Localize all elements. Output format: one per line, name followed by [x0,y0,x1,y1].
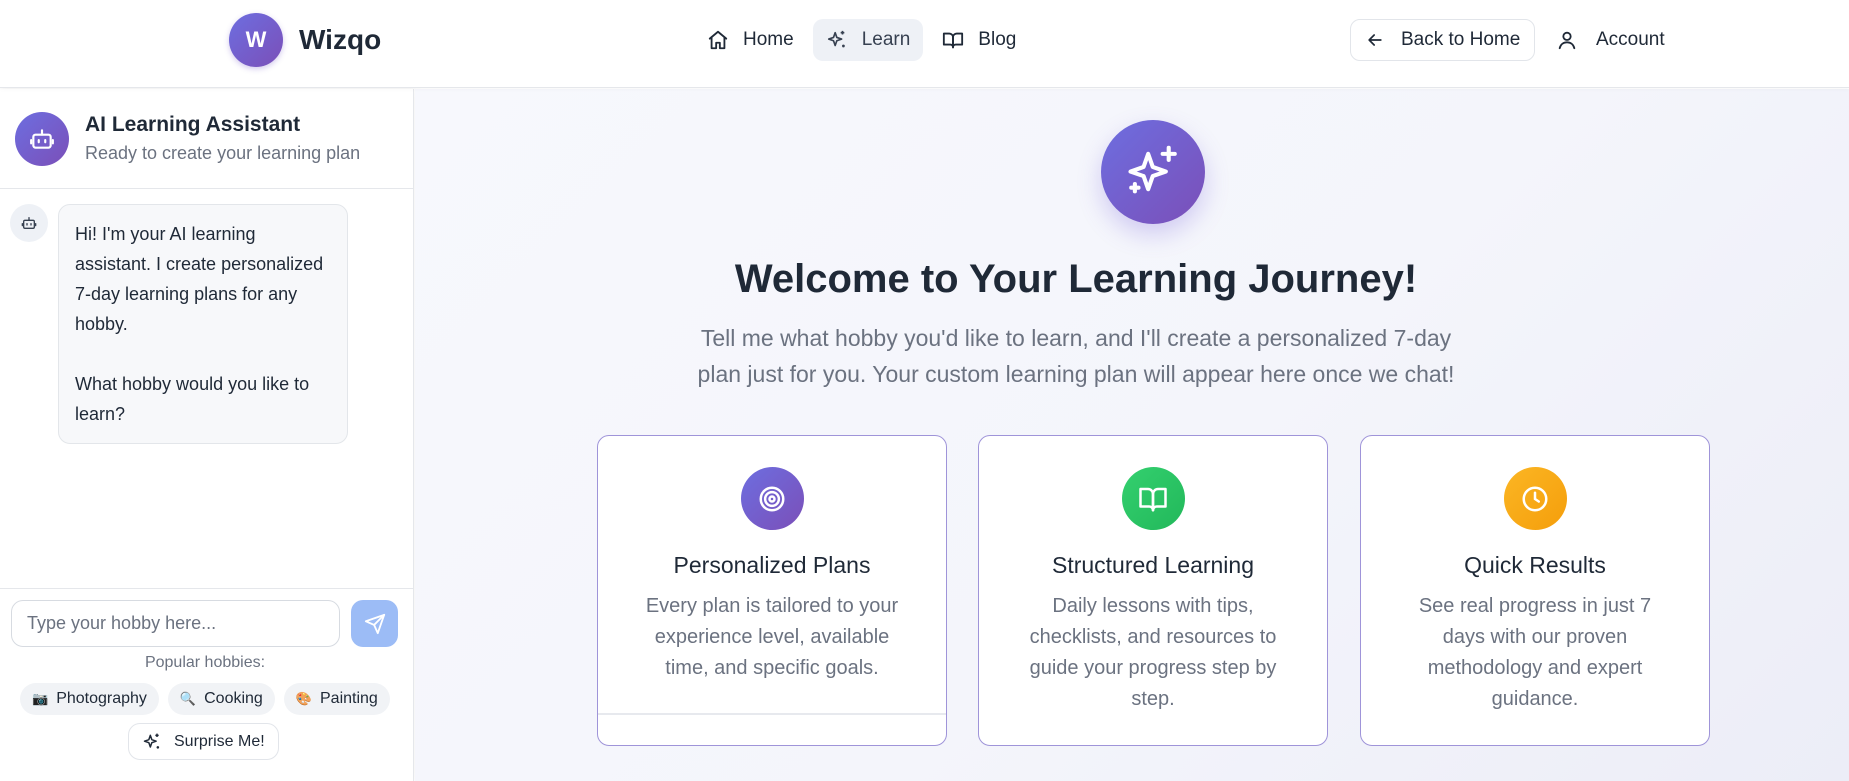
assistant-header: AI Learning Assistant Ready to create yo… [0,89,413,189]
send-button[interactable] [351,600,398,647]
open-book-icon [1139,487,1167,511]
card-title: Personalized Plans [673,552,871,578]
magnifier-icon: 🔍 [179,691,197,706]
feature-card-personalized: Personalized Plans Every plan is tailore… [597,435,947,746]
chip-label: Painting [320,690,378,707]
surprise-me-label: Surprise Me! [174,732,265,750]
robot-icon [30,128,54,149]
top-navbar: W Wizqo Home Learn Blog Back to Home Acc… [0,0,1849,88]
card-title: Structured Learning [1051,552,1254,578]
clock-icon [1522,486,1548,511]
chip-label: Photography [56,690,147,707]
account-button[interactable]: Account [1556,19,1665,61]
assistant-message: Hi! I'm your AI learning assistant. I cr… [10,204,348,444]
nav-learn-label: Learn [861,29,911,50]
popular-hobbies-label: Popular hobbies: [144,654,266,671]
chip-photography[interactable]: 📷 Photography [20,683,159,715]
camera-icon: 📷 [32,691,49,706]
book-icon [943,32,964,49]
card-icon-badge [1121,467,1185,530]
card-description: Every plan is tailored to your experienc… [645,595,899,679]
sparkles-icon [143,733,160,749]
card-description: See real progress in just 7 days with ou… [1418,595,1652,710]
page-subtitle: Tell me what hobby you'd like to learn, … [697,325,1455,387]
feature-card-structured: Structured Learning Daily lessons with t… [978,435,1328,746]
chat-input-area: Popular hobbies: 📷 Photography 🔍 Cooking… [0,588,414,760]
assistant-info: AI Learning Assistant Ready to create yo… [85,113,360,164]
message-avatar [10,204,48,242]
card-description: Daily lessons with tips, checklists, and… [1029,595,1277,710]
assistant-avatar [15,111,69,166]
card-icon-badge [1503,467,1567,530]
palette-icon: 🎨 [295,691,312,706]
sparkles-icon [1128,145,1177,194]
back-to-home-button[interactable]: Back to Home [1350,19,1536,61]
user-icon [1558,31,1576,50]
arrow-left-icon [1368,34,1382,46]
robot-icon [21,217,37,229]
surprise-me-button[interactable]: Surprise Me! [128,723,279,760]
card-title: Quick Results [1464,552,1606,578]
send-icon [364,613,385,634]
nav-blog[interactable]: Blog [929,19,1029,61]
home-icon [708,30,728,50]
page-title: Welcome to Your Learning Journey! [734,257,1418,301]
hobby-chips: 📷 Photography 🔍 Cooking 🎨 Painting [20,683,390,715]
nav-learn[interactable]: Learn [812,19,924,61]
chip-cooking[interactable]: 🔍 Cooking [167,683,275,715]
chat-sidebar: AI Learning Assistant Ready to create yo… [0,89,414,781]
assistant-title: AI Learning Assistant [85,113,301,136]
nav-blog-label: Blog [978,29,1017,50]
card-divider [598,713,946,715]
brand-name: Wizqo [299,24,382,55]
assistant-status: Ready to create your learning plan [85,143,361,163]
nav-home[interactable]: Home [694,19,807,61]
main-content: Welcome to Your Learning Journey! Tell m… [415,89,1849,781]
message-question: What hobby would you like to learn? [75,374,310,424]
hero-badge [1101,120,1205,224]
message-text: Hi! I'm your AI learning assistant. I cr… [75,224,324,334]
feature-card-quick: Quick Results See real progress in just … [1360,435,1710,746]
brand-logo: W [229,13,283,67]
card-icon-badge [740,467,804,530]
hobby-input[interactable] [11,600,340,647]
back-to-home-label: Back to Home [1401,29,1521,50]
chip-label: Cooking [204,690,263,707]
main-nav: Home Learn Blog [694,19,1029,61]
message-bubble: Hi! I'm your AI learning assistant. I cr… [58,204,348,444]
sparkles-icon [827,30,845,48]
brand[interactable]: W Wizqo [229,13,381,67]
chip-painting[interactable]: 🎨 Painting [283,683,390,715]
account-label: Account [1596,29,1665,50]
target-icon [759,486,785,511]
nav-home-label: Home [743,29,794,50]
